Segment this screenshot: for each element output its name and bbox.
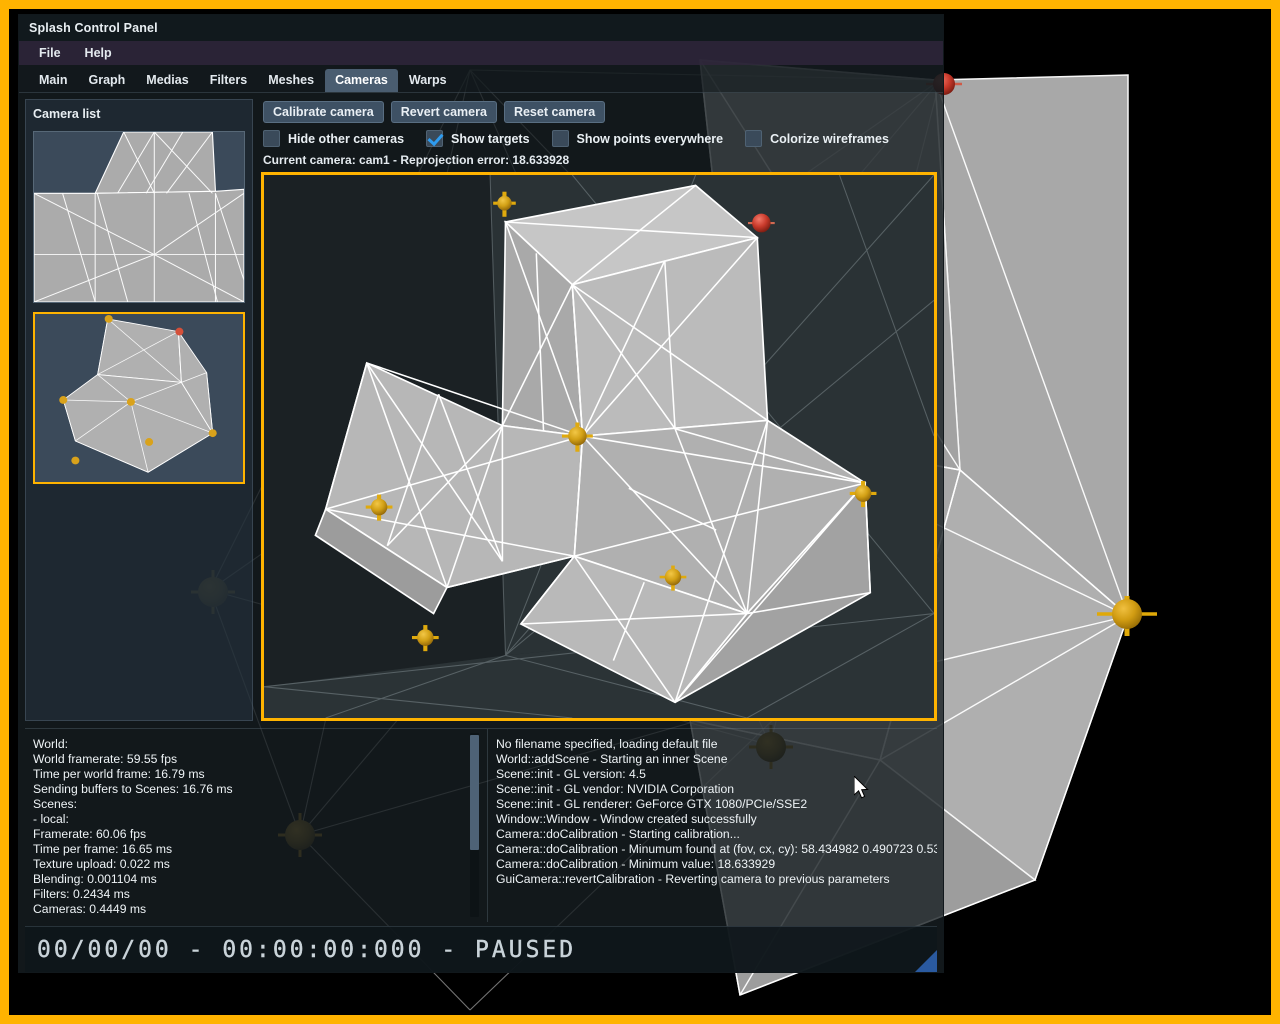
camera-option-checkboxes: Hide other cameras Show targets Show poi… <box>261 123 937 149</box>
tab-main[interactable]: Main <box>29 69 77 92</box>
checkbox-box-icon[interactable] <box>263 130 280 147</box>
menu-help[interactable]: Help <box>73 43 124 63</box>
log-line: Camera::doCalibration - Starting calibra… <box>496 827 740 841</box>
tab-warps[interactable]: Warps <box>399 69 457 92</box>
log-scrollbar-thumb[interactable] <box>470 735 479 850</box>
log-line: Window::Window - Window created successf… <box>496 812 757 826</box>
log-line: Scene::init - GL version: 4.5 <box>496 767 646 781</box>
tab-graph[interactable]: Graph <box>78 69 135 92</box>
reset-camera-button[interactable]: Reset camera <box>503 101 606 123</box>
checkbox-colorize-wireframes[interactable]: Colorize wireframes <box>745 130 889 147</box>
screen: Splash Control Panel File Help Main Grap… <box>0 0 1280 1024</box>
camera-viewport[interactable] <box>261 172 937 721</box>
world-stats-pane: World: World framerate: 59.55 fps Time p… <box>25 729 465 922</box>
menu-file[interactable]: File <box>27 43 73 63</box>
checkbox-label: Show targets <box>451 131 530 146</box>
calibrate-camera-button[interactable]: Calibrate camera <box>263 101 384 123</box>
timecode-display: 00/00/00 - 00:00:00:000 - PAUSED <box>37 936 577 963</box>
log-line: Scene::init - GL vendor: NVIDIA Corporat… <box>496 782 734 796</box>
stats-line: Time per frame: 16.65 ms <box>33 842 173 856</box>
camera-list-panel: Camera list <box>25 99 253 721</box>
stats-line: Texture upload: 0.022 ms <box>33 857 170 871</box>
log-line: No filename specified, loading default f… <box>496 737 718 751</box>
checkbox-hide-other-cameras[interactable]: Hide other cameras <box>263 130 404 147</box>
revert-camera-button[interactable]: Revert camera <box>390 101 497 123</box>
checkbox-label: Hide other cameras <box>288 131 405 146</box>
stats-line: Time per world frame: 16.79 ms <box>33 767 205 781</box>
checkbox-label: Colorize wireframes <box>770 131 889 146</box>
camera-thumbnail-1[interactable] <box>33 312 245 484</box>
stats-line: - local: <box>33 812 69 826</box>
checkbox-checked-icon[interactable] <box>426 130 444 147</box>
camera-view-panel: Calibrate camera Revert camera Reset cam… <box>261 99 937 721</box>
upper-area: Camera list Calibrate camera Revert came… <box>25 99 937 721</box>
stats-line: World: <box>33 737 68 751</box>
window-resize-grip[interactable] <box>915 950 937 972</box>
log-scroll-column <box>465 729 487 922</box>
camera-thumbnail-0[interactable] <box>33 131 245 303</box>
panel-body: Camera list Calibrate camera Revert came… <box>19 93 943 972</box>
tab-cameras[interactable]: Cameras <box>325 69 398 92</box>
statusbar: 00/00/00 - 00:00:00:000 - PAUSED <box>25 926 937 972</box>
tabbar: Main Graph Medias Filters Meshes Cameras… <box>19 65 943 93</box>
current-camera-status: Current camera: cam1 - Reprojection erro… <box>263 153 570 167</box>
log-line: World::addScene - Starting an inner Scen… <box>496 752 728 766</box>
stats-line: Scenes: <box>33 797 78 811</box>
viewport-render <box>264 175 934 718</box>
menubar: File Help <box>19 41 943 65</box>
checkbox-box-icon[interactable] <box>551 130 569 147</box>
stats-line: Cameras: 0.4449 ms <box>33 902 147 916</box>
checkbox-box-icon[interactable] <box>745 130 763 147</box>
stats-line: Blending: 0.001104 ms <box>33 872 157 886</box>
lower-panes: World: World framerate: 59.55 fps Time p… <box>25 728 937 922</box>
log-scrollbar[interactable] <box>470 733 479 917</box>
window-title: Splash Control Panel <box>29 21 158 35</box>
camera-list-title: Camera list <box>33 107 101 121</box>
camera-action-buttons: Calibrate camera Revert camera Reset cam… <box>261 99 937 123</box>
checkbox-show-targets[interactable]: Show targets <box>426 130 530 147</box>
tab-medias[interactable]: Medias <box>136 69 198 92</box>
window-titlebar[interactable]: Splash Control Panel <box>19 15 943 41</box>
stats-line: World framerate: 59.55 fps <box>33 752 178 766</box>
log-line: Scene::init - GL renderer: GeForce GTX 1… <box>496 797 808 811</box>
tab-filters[interactable]: Filters <box>200 69 258 92</box>
checkbox-show-points-everywhere[interactable]: Show points everywhere <box>551 130 724 147</box>
stats-line: Framerate: 60.06 fps <box>33 827 147 841</box>
log-line: Camera::doCalibration - Minimum value: 1… <box>496 857 776 871</box>
log-message-pane: No filename specified, loading default f… <box>487 729 937 922</box>
tab-meshes[interactable]: Meshes <box>258 69 324 92</box>
splash-control-panel-window: Splash Control Panel File Help Main Grap… <box>18 14 944 973</box>
stats-line: Filters: 0.2434 ms <box>33 887 130 901</box>
stats-line: Sending buffers to Scenes: 16.76 ms <box>33 782 233 796</box>
log-line: Camera::doCalibration - Minumum found at… <box>496 842 937 856</box>
log-line: GuiCamera::revertCalibration - Reverting… <box>496 872 890 886</box>
checkbox-label: Show points everywhere <box>576 131 724 146</box>
